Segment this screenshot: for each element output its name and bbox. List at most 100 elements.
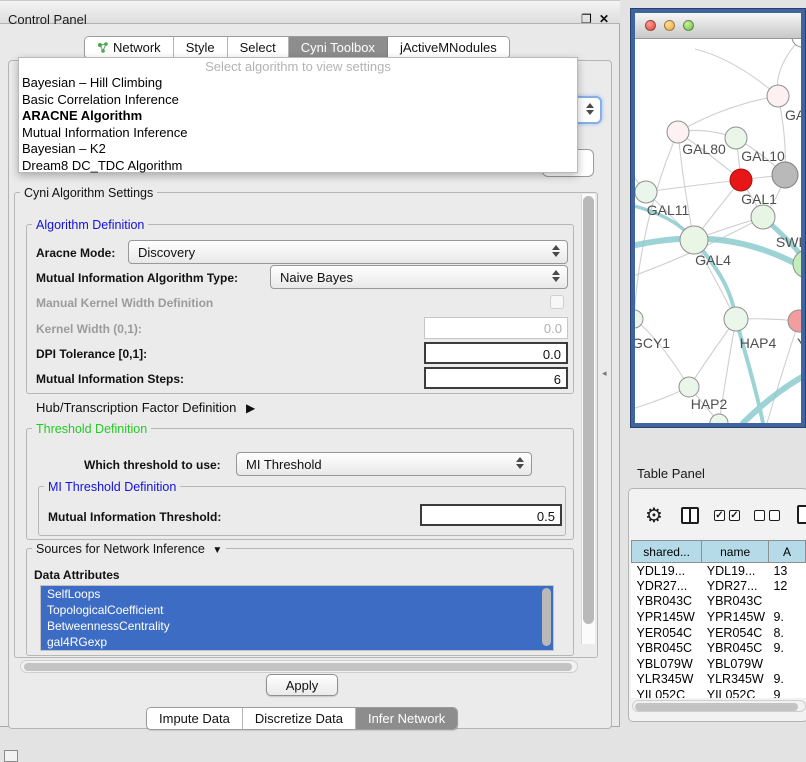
combo-arrows-icon bbox=[516, 457, 524, 469]
minimize-traffic-light[interactable] bbox=[664, 20, 675, 31]
table-row[interactable]: YER054CYER054C8. bbox=[632, 625, 806, 641]
zoom-traffic-light[interactable] bbox=[683, 20, 694, 31]
which-threshold-combo[interactable]: MI Threshold bbox=[236, 452, 532, 476]
tab-discretize-data[interactable]: Discretize Data bbox=[243, 708, 356, 729]
node-gal80[interactable] bbox=[667, 121, 689, 143]
close-traffic-light[interactable] bbox=[645, 20, 656, 31]
node-label: SWI4 bbox=[776, 234, 801, 250]
tab-style[interactable]: Style bbox=[174, 37, 228, 58]
node-gal11[interactable] bbox=[635, 181, 657, 203]
node-unlabeled[interactable] bbox=[792, 39, 801, 47]
node-gal1-red[interactable] bbox=[730, 169, 752, 191]
collapse-arrow-icon: ▼ bbox=[212, 545, 222, 556]
dpi-tolerance-field[interactable]: 0.0 bbox=[424, 342, 568, 364]
data-attributes-list: SelfLoops TopologicalCoefficient Between… bbox=[40, 585, 554, 651]
table-row[interactable]: YLR345WYLR345W9. bbox=[632, 672, 806, 688]
control-panel-title: Control Panel bbox=[8, 12, 87, 27]
table-hscrollbar[interactable] bbox=[632, 700, 806, 712]
combo-arrows-icon bbox=[552, 245, 560, 257]
network-canvas[interactable]: GAL GAL80 GAL10 GAL1 GAL11 SWI4 GAL4 GCY… bbox=[635, 39, 801, 423]
node-label: GCY1 bbox=[635, 335, 670, 351]
mi-threshold-label: Mutual Information Threshold: bbox=[48, 510, 221, 524]
table-panel-title: Table Panel bbox=[637, 466, 705, 481]
columns-icon[interactable] bbox=[681, 507, 699, 524]
dropdown-item[interactable]: Basic Correlation Inference bbox=[19, 92, 577, 109]
dropdown-item[interactable]: Bayesian – Hill Climbing bbox=[19, 75, 577, 92]
attr-item-selected[interactable]: SelfLoops bbox=[41, 586, 553, 602]
checked-box-icon[interactable]: ✓ bbox=[714, 510, 725, 521]
tab-cyni-toolbox[interactable]: Cyni Toolbox bbox=[289, 37, 388, 58]
node-hap4[interactable] bbox=[724, 307, 748, 331]
node-attribute-table: shared... name A YDL19...YDL19...13 YDR2… bbox=[631, 540, 806, 698]
attr-item-selected[interactable]: gal4RGexp bbox=[41, 634, 553, 650]
table-row[interactable]: YIL052CYIL052C9 bbox=[632, 687, 806, 698]
mi-steps-label: Mutual Information Steps: bbox=[36, 372, 184, 386]
table-header-row: shared... name A bbox=[632, 541, 806, 563]
table-row[interactable]: YPR145WYPR145W9. bbox=[632, 609, 806, 625]
mi-threshold-field[interactable]: 0.5 bbox=[420, 504, 562, 526]
column-header[interactable]: shared... bbox=[632, 541, 702, 563]
split-divider-handle[interactable]: ◂ bbox=[602, 368, 607, 379]
column-header[interactable]: name bbox=[702, 541, 769, 563]
aracne-mode-combo[interactable]: Discovery bbox=[128, 240, 568, 264]
settings-group-title: Cyni Algorithm Settings bbox=[20, 186, 157, 200]
node-table: shared... name A YDL19...YDL19...13 YDR2… bbox=[631, 540, 806, 698]
hub-definition-expander[interactable]: Hub/Transcription Factor Definition ▶ bbox=[36, 400, 255, 415]
control-panel-titlebar bbox=[0, 0, 620, 24]
dropdown-item[interactable]: Mutual Information Inference bbox=[19, 125, 577, 142]
dpi-tolerance-label: DPI Tolerance [0,1]: bbox=[36, 347, 147, 361]
sources-group-title[interactable]: Sources for Network Inference ▼ bbox=[32, 542, 226, 556]
settings-scrollbar-thumb[interactable] bbox=[583, 196, 594, 624]
apply-button[interactable]: Apply bbox=[266, 674, 338, 696]
network-graph: GAL GAL80 GAL10 GAL1 GAL11 SWI4 GAL4 GCY… bbox=[635, 39, 801, 423]
settings-hscrollbar[interactable] bbox=[20, 660, 578, 673]
attr-item-selected[interactable]: TopologicalCoefficient bbox=[41, 602, 553, 618]
unchecked-box-icon[interactable] bbox=[769, 510, 780, 521]
node-gray[interactable] bbox=[772, 162, 798, 188]
expand-arrow-icon: ▶ bbox=[246, 401, 255, 415]
node-hap2[interactable] bbox=[679, 377, 699, 397]
float-window-icon[interactable]: ❐ bbox=[581, 12, 592, 26]
kernel-width-field[interactable]: 0.0 bbox=[424, 317, 568, 339]
gear-icon[interactable]: ⚙ bbox=[645, 503, 663, 528]
node-gal-partial[interactable] bbox=[767, 85, 789, 107]
node-green-right[interactable] bbox=[793, 250, 801, 278]
unchecked-box-icon[interactable] bbox=[754, 510, 765, 521]
dropdown-item[interactable]: Bayesian – K2 bbox=[19, 141, 577, 158]
mi-steps-field[interactable]: 6 bbox=[424, 367, 568, 389]
node-label: GAL bbox=[785, 107, 801, 123]
tab-jactivemnodules[interactable]: jActiveMNodules bbox=[388, 37, 509, 58]
node-label: Y bbox=[797, 335, 801, 351]
node-gal10[interactable] bbox=[725, 127, 747, 149]
tab-infer-network[interactable]: Infer Network bbox=[356, 708, 457, 729]
table-row[interactable]: YDL19...YDL19...13 bbox=[632, 563, 806, 579]
network-icon bbox=[97, 42, 109, 54]
table-row[interactable]: YDR27...YDR27...12 bbox=[632, 578, 806, 594]
mi-type-combo[interactable]: Naive Bayes bbox=[270, 265, 568, 289]
app-root: Control Panel ❐ ✕ Network Style Select C… bbox=[0, 0, 806, 762]
dropdown-item-aracne[interactable]: ARACNE Algorithm bbox=[19, 108, 577, 125]
settings-scrollbar[interactable] bbox=[581, 194, 595, 644]
attr-item-selected[interactable]: BetweennessCentrality bbox=[41, 618, 553, 634]
attr-list-scrollbar-thumb[interactable] bbox=[542, 588, 551, 646]
column-header[interactable]: A bbox=[768, 541, 805, 563]
document-icon[interactable] bbox=[797, 505, 806, 524]
manual-kernel-checkbox[interactable] bbox=[550, 295, 564, 309]
node-swi4[interactable] bbox=[751, 205, 775, 229]
node-gal4[interactable] bbox=[680, 226, 708, 254]
tab-network[interactable]: Network bbox=[85, 37, 174, 58]
dropdown-item[interactable]: Dream8 DC_TDC Algorithm bbox=[19, 158, 577, 175]
checked-box-icon[interactable]: ✓ bbox=[729, 510, 740, 521]
settings-hscrollbar-thumb[interactable] bbox=[24, 663, 572, 671]
table-row[interactable]: YBR045CYBR045C9. bbox=[632, 640, 806, 656]
node-salmon[interactable] bbox=[788, 310, 801, 332]
table-row[interactable]: YBR043CYBR043C bbox=[632, 594, 806, 610]
table-row[interactable]: YBL079WYBL079W bbox=[632, 656, 806, 672]
table-hscrollbar-thumb[interactable] bbox=[635, 703, 798, 711]
close-icon[interactable]: ✕ bbox=[599, 12, 609, 26]
collapsed-panel-icon[interactable] bbox=[4, 750, 18, 762]
node-label: GAL1 bbox=[741, 191, 777, 207]
tab-impute-data[interactable]: Impute Data bbox=[147, 708, 243, 729]
mi-threshold-definition-title: MI Threshold Definition bbox=[44, 480, 180, 494]
tab-select[interactable]: Select bbox=[228, 37, 289, 58]
